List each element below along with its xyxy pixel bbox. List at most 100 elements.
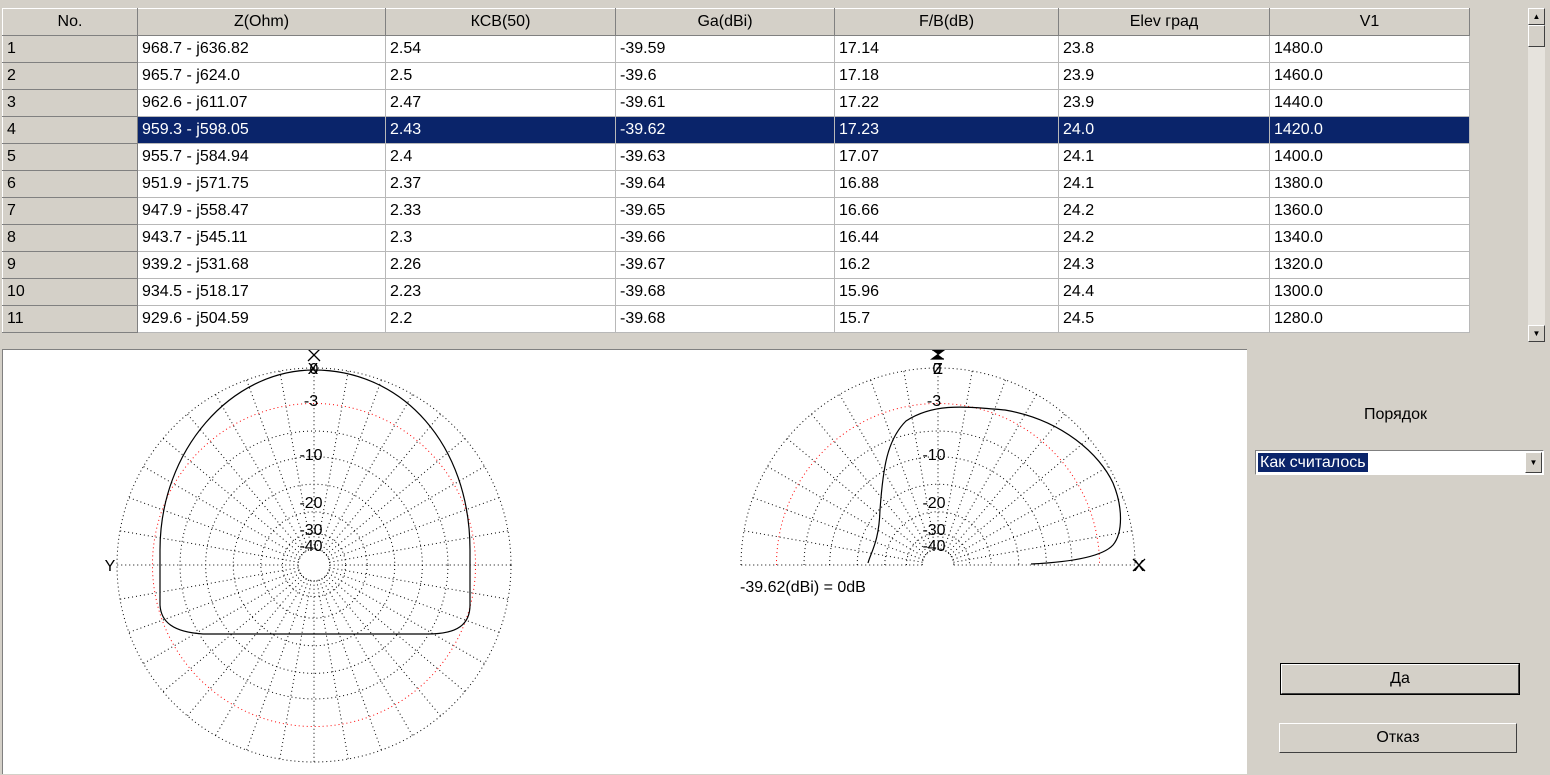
row-number: 7: [2, 197, 138, 225]
cell-front-back: 17.23: [834, 116, 1059, 144]
table-row[interactable]: 5 955.7 - j584.94 2.4 -39.63 17.07 24.1 …: [2, 143, 1470, 171]
azimuth-grid-spoke: [186, 576, 305, 717]
table-row[interactable]: 9 939.2 - j531.68 2.26 -39.67 16.2 24.3 …: [2, 251, 1470, 279]
cell-swr: 2.5: [385, 62, 616, 90]
elevation-grid-spoke: [953, 530, 1133, 563]
elevation-grid-spoke: [947, 413, 1066, 554]
horizontal-scale-label-minus3: -3: [304, 393, 318, 410]
row-number: 6: [2, 170, 138, 198]
cell-swr: 2.3: [385, 224, 616, 252]
vertical-scale-label-minus3: -3: [927, 393, 941, 410]
vertical-scale-label-minus30: -30: [922, 522, 945, 539]
elevation-grid-spoke: [949, 437, 1090, 556]
column-header-elevation[interactable]: Elev град: [1058, 8, 1270, 36]
azimuth-grid-spoke: [119, 530, 299, 563]
table-row[interactable]: 1 968.7 - j636.82 2.54 -39.59 17.14 23.8…: [2, 35, 1470, 63]
cell-impedance: 962.6 - j611.07: [137, 89, 386, 117]
horizontal-scale-label-minus40: -40: [299, 538, 322, 555]
table-row[interactable]: 8 943.7 - j545.11 2.3 -39.66 16.44 24.2 …: [2, 224, 1470, 252]
scroll-thumb[interactable]: [1528, 25, 1545, 47]
elevation-grid-spoke: [942, 379, 1006, 551]
table-row[interactable]: 3 962.6 - j611.07 2.47 -39.61 17.22 23.9…: [2, 89, 1470, 117]
horizontal-scale-label-0: 0: [310, 361, 319, 378]
cell-impedance: 934.5 - j518.17: [137, 278, 386, 306]
column-header-no[interactable]: No.: [2, 8, 138, 36]
radiation-pattern-panel: X Y 0 -3 -10 -20 -30 -40 Z X 0 -3 -10 -2…: [2, 349, 1247, 774]
vertical-scale-label-minus40: -40: [922, 538, 945, 555]
cell-v1: 1360.0: [1269, 197, 1470, 225]
scroll-up-arrow-icon[interactable]: ▲: [1528, 8, 1545, 25]
azimuth-grid-spoke: [246, 579, 310, 751]
azimuth-grid-spoke: [279, 580, 312, 760]
cell-front-back: 17.14: [834, 35, 1059, 63]
cell-gain: -39.59: [615, 35, 835, 63]
results-grid: No. Z(Ohm) КСВ(50) Ga(dBi) F/B(dB) Elev …: [0, 0, 1550, 344]
row-number: 8: [2, 224, 138, 252]
cell-v1: 1420.0: [1269, 116, 1470, 144]
row-number: 11: [2, 305, 138, 333]
cell-elevation: 24.1: [1058, 143, 1270, 171]
column-header-gain[interactable]: Ga(dBi): [615, 8, 835, 36]
cell-v1: 1300.0: [1269, 278, 1470, 306]
vertical-scale-label-minus20: -20: [922, 495, 945, 512]
horizontal-scale-label-minus30: -30: [299, 522, 322, 539]
horizontal-pattern-plot: X Y 0 -3 -10 -20 -30 -40: [105, 350, 512, 763]
cell-impedance: 939.2 - j531.68: [137, 251, 386, 279]
vertical-scrollbar[interactable]: ▲ ▼: [1528, 8, 1545, 342]
cell-elevation: 24.4: [1058, 278, 1270, 306]
cell-gain: -39.64: [615, 170, 835, 198]
horizontal-axis-left-label: Y: [105, 558, 116, 575]
cell-swr: 2.54: [385, 35, 616, 63]
table-row[interactable]: 10 934.5 - j518.17 2.23 -39.68 15.96 24.…: [2, 278, 1470, 306]
azimuth-grid-spoke: [186, 413, 305, 554]
azimuth-grid-spoke: [328, 569, 500, 633]
cell-v1: 1480.0: [1269, 35, 1470, 63]
azimuth-grid-ring: [179, 430, 449, 700]
cancel-button[interactable]: Отказ: [1279, 723, 1517, 753]
cell-v1: 1340.0: [1269, 224, 1470, 252]
cell-impedance: 959.3 - j598.05: [137, 116, 386, 144]
table-row[interactable]: 6 951.9 - j571.75 2.37 -39.64 16.88 24.1…: [2, 170, 1470, 198]
azimuth-grid-spoke: [325, 437, 466, 556]
cell-gain: -39.6: [615, 62, 835, 90]
cell-impedance: 943.7 - j545.11: [137, 224, 386, 252]
chevron-down-icon[interactable]: ▼: [1525, 452, 1542, 473]
cell-front-back: 16.44: [834, 224, 1059, 252]
elevation-grid-spoke: [752, 497, 924, 561]
table-row[interactable]: 11 929.6 - j504.59 2.2 -39.68 15.7 24.5 …: [2, 305, 1470, 333]
cell-elevation: 23.9: [1058, 89, 1270, 117]
cell-swr: 2.2: [385, 305, 616, 333]
horizontal-pattern-grid: [116, 367, 512, 763]
azimuth-grid-ring: [116, 367, 512, 763]
elevation-grid-spoke: [952, 497, 1124, 561]
azimuth-grid-spoke: [119, 567, 299, 600]
ok-button[interactable]: Да: [1280, 663, 1520, 695]
row-number: 4: [2, 116, 138, 144]
order-dropdown[interactable]: Как считалось ▼: [1255, 450, 1544, 475]
cell-front-back: 16.2: [834, 251, 1059, 279]
azimuth-grid-spoke: [128, 569, 300, 633]
cell-v1: 1380.0: [1269, 170, 1470, 198]
vertical-pattern-plot: Z X 0 -3 -10 -20 -30 -40 -39.62(dBi) = 0…: [740, 350, 1146, 596]
scroll-down-arrow-icon[interactable]: ▼: [1528, 325, 1545, 342]
column-header-impedance[interactable]: Z(Ohm): [137, 8, 386, 36]
cell-v1: 1280.0: [1269, 305, 1470, 333]
row-number: 5: [2, 143, 138, 171]
cell-swr: 2.26: [385, 251, 616, 279]
table-row[interactable]: 2 965.7 - j624.0 2.5 -39.6 17.18 23.9 14…: [2, 62, 1470, 90]
table-row-selected[interactable]: 4 959.3 - j598.05 2.43 -39.62 17.23 24.0…: [2, 116, 1470, 144]
order-dropdown-value: Как считалось: [1258, 453, 1368, 472]
cell-front-back: 16.88: [834, 170, 1059, 198]
azimuth-grid-spoke: [329, 530, 509, 563]
table-row[interactable]: 7 947.9 - j558.47 2.33 -39.65 16.66 24.2…: [2, 197, 1470, 225]
cell-elevation: 24.0: [1058, 116, 1270, 144]
column-header-front-back[interactable]: F/B(dB): [834, 8, 1059, 36]
horizontal-axis-x-marker: [307, 350, 321, 362]
order-label: Порядок: [1364, 406, 1428, 423]
vertical-pattern-curve: [867, 406, 1122, 565]
cell-front-back: 17.18: [834, 62, 1059, 90]
radiation-pattern-svg: X Y 0 -3 -10 -20 -30 -40 Z X 0 -3 -10 -2…: [105, 350, 1146, 763]
column-header-swr[interactable]: КСВ(50): [385, 8, 616, 36]
vertical-axis-z-marker: [930, 350, 946, 360]
column-header-v1[interactable]: V1: [1269, 8, 1470, 36]
